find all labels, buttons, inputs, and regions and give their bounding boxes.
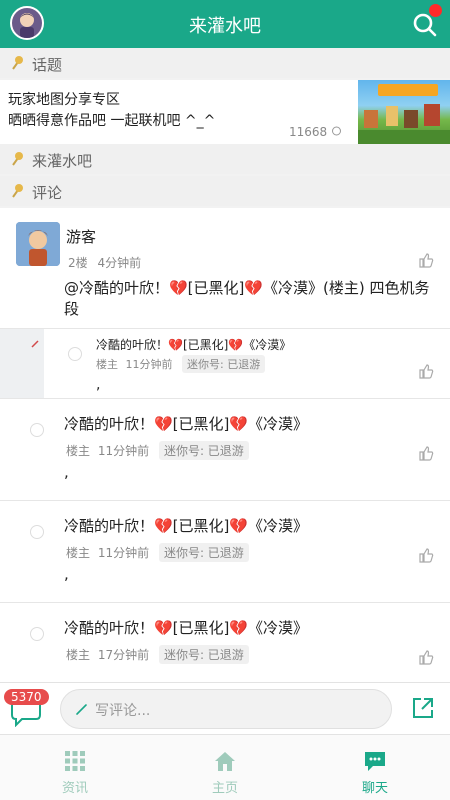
reply-time: 11分钟前 [97, 546, 150, 560]
reply-meta: 楼主 17分钟前 迷你号: 已退游 [66, 645, 249, 664]
comment-input[interactable]: 写评论... [60, 689, 392, 729]
reply-time: 11分钟前 [97, 444, 150, 458]
comment-time: 4分钟前 [97, 256, 142, 270]
reply-meta: 楼主 11分钟前 迷你号: 已退游 [96, 355, 266, 373]
comment-body: @冷酷的叶欣！💔[已黑化]💔《冷漠》(楼主) 四色机务段 [64, 279, 430, 318]
section-forum-label: 来灌水吧 [32, 152, 93, 170]
tab-chat-label: 聊天 [361, 781, 388, 796]
reply-username[interactable]: 冷酷的叶欣！💔[已黑化]💔《冷漠》 [96, 336, 291, 353]
chat-icon [365, 752, 385, 771]
thumbs-up-icon[interactable] [418, 649, 434, 665]
page-title: 来灌水吧 [189, 16, 261, 37]
comment-icon [332, 126, 341, 136]
topic-subtitle: 晒晒得意作品吧 一起联机吧 ^_^ [8, 113, 216, 129]
pin-icon [12, 56, 23, 70]
reply-role: 楼主 [66, 546, 91, 560]
mini-id-tag: 迷你号: 已退游 [158, 645, 249, 664]
comment-count-badge: 5370 [4, 689, 49, 705]
share-icon[interactable] [410, 695, 436, 721]
floor-number: 2楼 [68, 256, 88, 270]
section-comments-label: 评论 [32, 184, 63, 202]
comment-meta: 2楼 4分钟前 [68, 254, 141, 271]
comment-username[interactable]: 游客 [66, 226, 96, 247]
pencil-icon [31, 340, 39, 348]
reply-item: 冷酷的叶欣！💔[已黑化]💔《冷漠》 楼主 11分钟前 迷你号: 已退游 , [0, 398, 450, 500]
tab-home-label: 主页 [211, 781, 238, 796]
thumbs-up-icon[interactable] [418, 445, 434, 461]
section-topic-label: 话题 [32, 56, 63, 74]
reply-body: , [64, 463, 69, 481]
comment-input-placeholder: 写评论... [95, 703, 151, 719]
avatar[interactable] [16, 222, 60, 266]
reply-role: 楼主 [66, 648, 91, 662]
topic-thumbnail[interactable] [358, 80, 450, 144]
app-bar: 来灌水吧 [0, 0, 450, 48]
tab-home[interactable]: 主页 [150, 735, 300, 800]
reply-role: 楼主 [66, 444, 91, 458]
ghost-avatar [30, 423, 44, 437]
reply-time: 11分钟前 [125, 358, 173, 371]
notification-dot [429, 4, 442, 17]
reply-indent-strip [0, 329, 44, 399]
reply-role: 楼主 [96, 358, 118, 371]
comment-post: 游客 2楼 4分钟前 @冷酷的叶欣！💔[已黑化]💔《冷漠》(楼主) 四色机务段 [0, 208, 450, 328]
mini-id-tag: 迷你号: 已退游 [158, 543, 249, 562]
pin-icon [12, 184, 23, 198]
reply-body: , [96, 377, 101, 393]
pencil-icon [76, 704, 87, 715]
pin-icon [12, 152, 23, 166]
topic-card[interactable]: 玩家地图分享专区 晒晒得意作品吧 一起联机吧 ^_^ 11668 [0, 80, 450, 144]
reply-username[interactable]: 冷酷的叶欣！💔[已黑化]💔《冷漠》 [64, 617, 308, 638]
tab-news-label: 资讯 [61, 781, 88, 796]
section-topic-header: 话题 [0, 48, 450, 78]
grid-icon [65, 751, 85, 771]
reply-username[interactable]: 冷酷的叶欣！💔[已黑化]💔《冷漠》 [64, 515, 308, 536]
tab-chat[interactable]: 聊天 [300, 735, 450, 800]
reply-body: , [64, 565, 69, 583]
reply-meta: 楼主 11分钟前 迷你号: 已退游 [66, 543, 249, 562]
mini-id-tag: 迷你号: 已退游 [182, 355, 266, 373]
reply-item: 冷酷的叶欣！💔[已黑化]💔《冷漠》 楼主 17分钟前 迷你号: 已退游 [0, 602, 450, 682]
section-comments-header: 评论 [0, 176, 450, 206]
ghost-avatar [68, 347, 82, 361]
thumbs-up-icon[interactable] [418, 252, 434, 268]
ghost-avatar [30, 525, 44, 539]
tab-news[interactable]: 资讯 [0, 735, 150, 800]
bottom-tab-bar: 资讯 主页 聊天 [0, 734, 450, 800]
home-icon [215, 752, 235, 771]
reply-meta: 楼主 11分钟前 迷你号: 已退游 [66, 441, 249, 460]
topic-title: 玩家地图分享专区 [8, 92, 120, 108]
topic-view-count: 11668 [289, 125, 342, 139]
reply-quote-item: 冷酷的叶欣！💔[已黑化]💔《冷漠》 楼主 11分钟前 迷你号: 已退游 , [0, 328, 450, 399]
ghost-avatar [30, 627, 44, 641]
thumbs-up-icon[interactable] [418, 547, 434, 563]
section-forum-header: 来灌水吧 [0, 144, 450, 174]
reply-time: 17分钟前 [97, 648, 150, 662]
comment-input-bar: 5370 写评论... [0, 682, 450, 734]
reply-username[interactable]: 冷酷的叶欣！💔[已黑化]💔《冷漠》 [64, 413, 308, 434]
mini-id-tag: 迷你号: 已退游 [158, 441, 249, 460]
reply-item: 冷酷的叶欣！💔[已黑化]💔《冷漠》 楼主 11分钟前 迷你号: 已退游 , [0, 500, 450, 602]
thumbs-up-icon[interactable] [418, 363, 434, 379]
